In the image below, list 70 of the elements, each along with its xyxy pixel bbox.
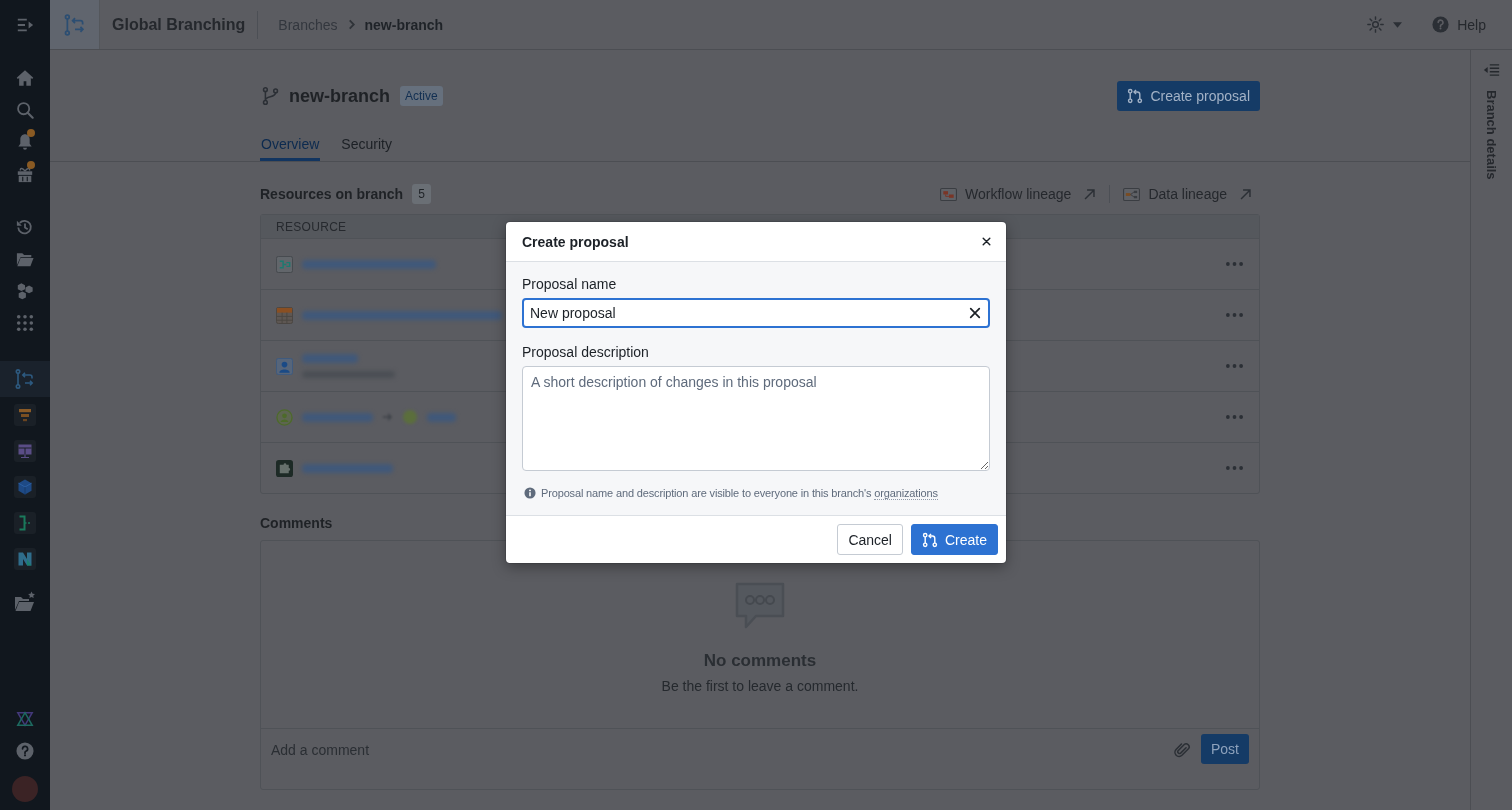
branch-name: new-branch [289,85,390,107]
help-icon [1432,16,1450,33]
cancel-button[interactable]: Cancel [837,524,903,555]
triangles-icon[interactable] [16,710,34,728]
branching-logo-icon [62,12,87,37]
visibility-note: Proposal name and description are visible to everyone in this branch's organizations [541,487,938,499]
person-icon [276,357,293,375]
history-icon[interactable] [16,218,34,236]
info-icon [524,487,536,499]
paperclip-icon[interactable] [1173,741,1191,759]
text-area[interactable]: A short description of changes in this proposal [522,366,990,471]
field-label: Proposal name [522,276,618,292]
status-tag: Active [400,86,443,106]
post-button[interactable]: Post [1201,734,1249,764]
section-title: Comments [260,515,333,531]
branch-icon [262,86,279,106]
more-icon[interactable] [1226,415,1243,419]
table-icon [276,306,293,324]
breadcrumb-link[interactable]: new-branch [364,16,444,33]
folder-star-icon [14,591,36,613]
puzzle-tile-icon [276,459,293,477]
cubes-icon[interactable] [16,282,34,300]
avatar-icon[interactable] [12,775,38,802]
pipeline-icon [276,255,293,273]
monitor-icon [14,440,36,462]
cube-icon [14,476,36,498]
panel-icon [1483,63,1500,77]
sun-icon [1367,16,1385,33]
count-tag: 5 [412,184,431,204]
person-circle-icon [276,408,293,426]
blurred-icon [403,410,417,424]
folder-icon[interactable] [16,250,34,268]
home-icon[interactable] [16,69,34,87]
funnel-icon [14,404,36,426]
help-icon[interactable] [16,742,34,760]
close-icon[interactable] [981,236,992,247]
branching-icon [14,368,36,390]
more-icon[interactable] [1226,262,1243,266]
workflow-lineage-icon [940,185,957,203]
section-title: Resources on branch [260,186,404,202]
search-icon[interactable] [16,101,34,119]
bell-icon[interactable] [16,133,34,151]
blurred-text[interactable] [302,310,502,320]
organizations-link[interactable]: organizations [874,487,938,500]
field-label: Proposal description [522,344,650,360]
create-proposal-button[interactable]: Create proposal [1117,81,1260,111]
dialog-title: Create proposal [522,233,629,250]
n-shape-icon [14,548,36,570]
more-icon[interactable] [1226,466,1243,470]
theme-menu-button[interactable] [1367,16,1403,33]
data-lineage-icon [1123,185,1141,203]
grid-icon[interactable] [16,314,34,332]
bracket-icon [14,512,36,534]
merge-icon [1127,88,1144,104]
caret-down-icon [1393,21,1403,28]
gift-icon[interactable] [16,165,34,183]
merge-icon [921,531,938,548]
more-icon[interactable] [1226,364,1243,368]
clear-icon[interactable] [969,307,981,319]
create-button[interactable]: Create [910,524,998,555]
tab[interactable]: Overview [260,130,321,161]
app-launcher-button[interactable] [0,361,50,397]
chevron-right-icon [346,19,356,30]
arrow-up-right-icon [1239,187,1252,201]
logo-tile[interactable] [50,0,100,49]
more-icon[interactable] [1226,313,1243,317]
tab[interactable]: Security [340,130,393,161]
expand-menu-icon[interactable] [16,16,34,34]
arrow-up-right-icon [1083,187,1097,201]
text-input[interactable]: New proposal [522,298,990,328]
